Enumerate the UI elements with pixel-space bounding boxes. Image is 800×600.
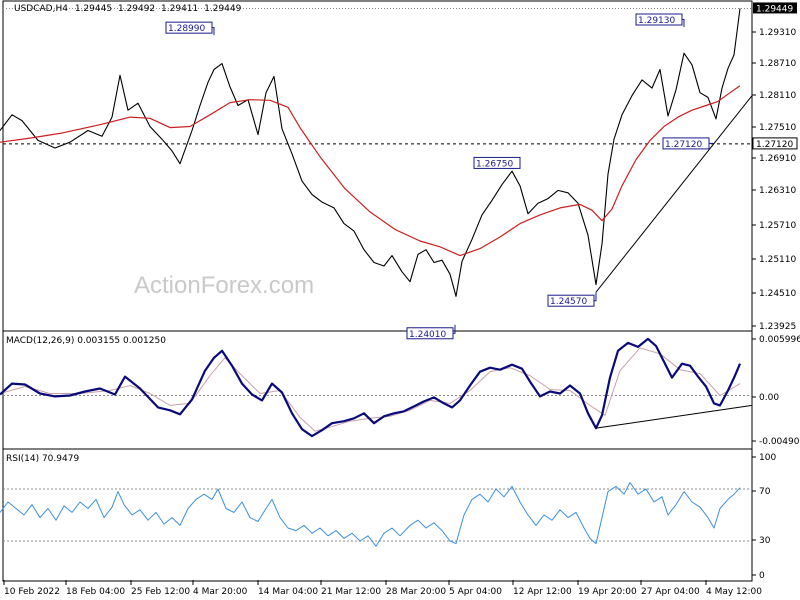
x-tick-label: 14 Mar 04:00 xyxy=(258,587,318,597)
price-annotation-label: 1.28990 xyxy=(168,24,205,34)
rsi-series xyxy=(0,482,741,547)
watermark: ActionForex.com xyxy=(134,272,315,299)
x-tick-label: 12 Apr 12:00 xyxy=(513,587,572,597)
price-annotation-label: 1.26750 xyxy=(476,159,513,169)
price-series xyxy=(0,8,741,297)
y-tick-label: -0.004901 xyxy=(759,437,800,447)
x-tick-label: 18 Feb 04:00 xyxy=(66,587,125,597)
level-price-tag-label: 1.27120 xyxy=(756,140,793,150)
plot-frame xyxy=(2,0,753,582)
x-tick-label: 5 Apr 04:00 xyxy=(449,587,502,597)
x-tick-label: 4 Mar 20:00 xyxy=(193,587,248,597)
x-tick-label: 25 Feb 12:00 xyxy=(131,587,190,597)
price-annotation-label: 1.29130 xyxy=(638,16,675,26)
macd-trendline xyxy=(595,404,753,429)
price-annotation-label: 1.24570 xyxy=(550,297,587,307)
y-tick-label: 1.24510 xyxy=(759,289,796,299)
y-tick-label: 1.27510 xyxy=(759,123,796,133)
price-annotation-label: 1.27120 xyxy=(665,140,702,150)
current-price-tag-label: 1.29449 xyxy=(756,4,793,14)
y-tick-label: 1.28710 xyxy=(759,59,796,69)
macd-series xyxy=(0,337,742,438)
trendline xyxy=(595,95,753,293)
y-tick-label: 1.26910 xyxy=(759,154,796,164)
price-header: USDCAD,H4 1.29445 1.29492 1.29411 1.2944… xyxy=(14,4,241,14)
y-tick-label: 30 xyxy=(759,536,771,546)
annotation-connector xyxy=(709,142,714,144)
x-tick-label: 27 Apr 04:00 xyxy=(641,587,700,597)
y-tick-label: 1.28110 xyxy=(759,91,796,101)
ohlc-close: 1.29449 xyxy=(204,4,242,14)
ohlc-low: 1.29411 xyxy=(161,4,199,14)
rsi-label: RSI(14) 70.9479 xyxy=(6,454,80,464)
x-tick-label: 10 Feb 2022 xyxy=(4,587,60,597)
y-tick-label: 100 xyxy=(759,453,776,463)
y-tick-label: 1.29310 xyxy=(759,28,796,38)
x-tick-label: 21 Mar 12:00 xyxy=(321,587,381,597)
symbol-label: USDCAD,H4 xyxy=(14,4,68,14)
y-tick-label: 0.00 xyxy=(759,393,779,403)
y-tick-label: 70 xyxy=(759,487,771,497)
y-tick-label: 1.26310 xyxy=(759,186,796,196)
ohlc-open: 1.29445 xyxy=(74,4,113,14)
y-tick-label: 1.25110 xyxy=(759,255,796,265)
y-tick-label: 1.25710 xyxy=(759,221,796,231)
chart-canvas: 1.29310 1.28710 1.28110 1.27510 1.26910 1.263… xyxy=(0,0,800,597)
x-tick-label: 28 Mar 20:00 xyxy=(386,587,446,597)
ema-series xyxy=(0,85,741,257)
price-annotation-label: 1.24010 xyxy=(409,330,446,340)
x-tick-label: 4 May 12:00 xyxy=(706,587,762,597)
x-tick-label: 19 Apr 20:00 xyxy=(578,587,637,597)
y-tick-label: 1.23925 xyxy=(759,322,796,332)
y-tick-label: 0 xyxy=(759,571,765,581)
macd-label: MACD(12,26,9) 0.003155 0.001250 xyxy=(6,336,166,346)
y-tick-label: 0.005996 xyxy=(759,335,800,345)
ohlc-high: 1.29492 xyxy=(117,4,156,14)
